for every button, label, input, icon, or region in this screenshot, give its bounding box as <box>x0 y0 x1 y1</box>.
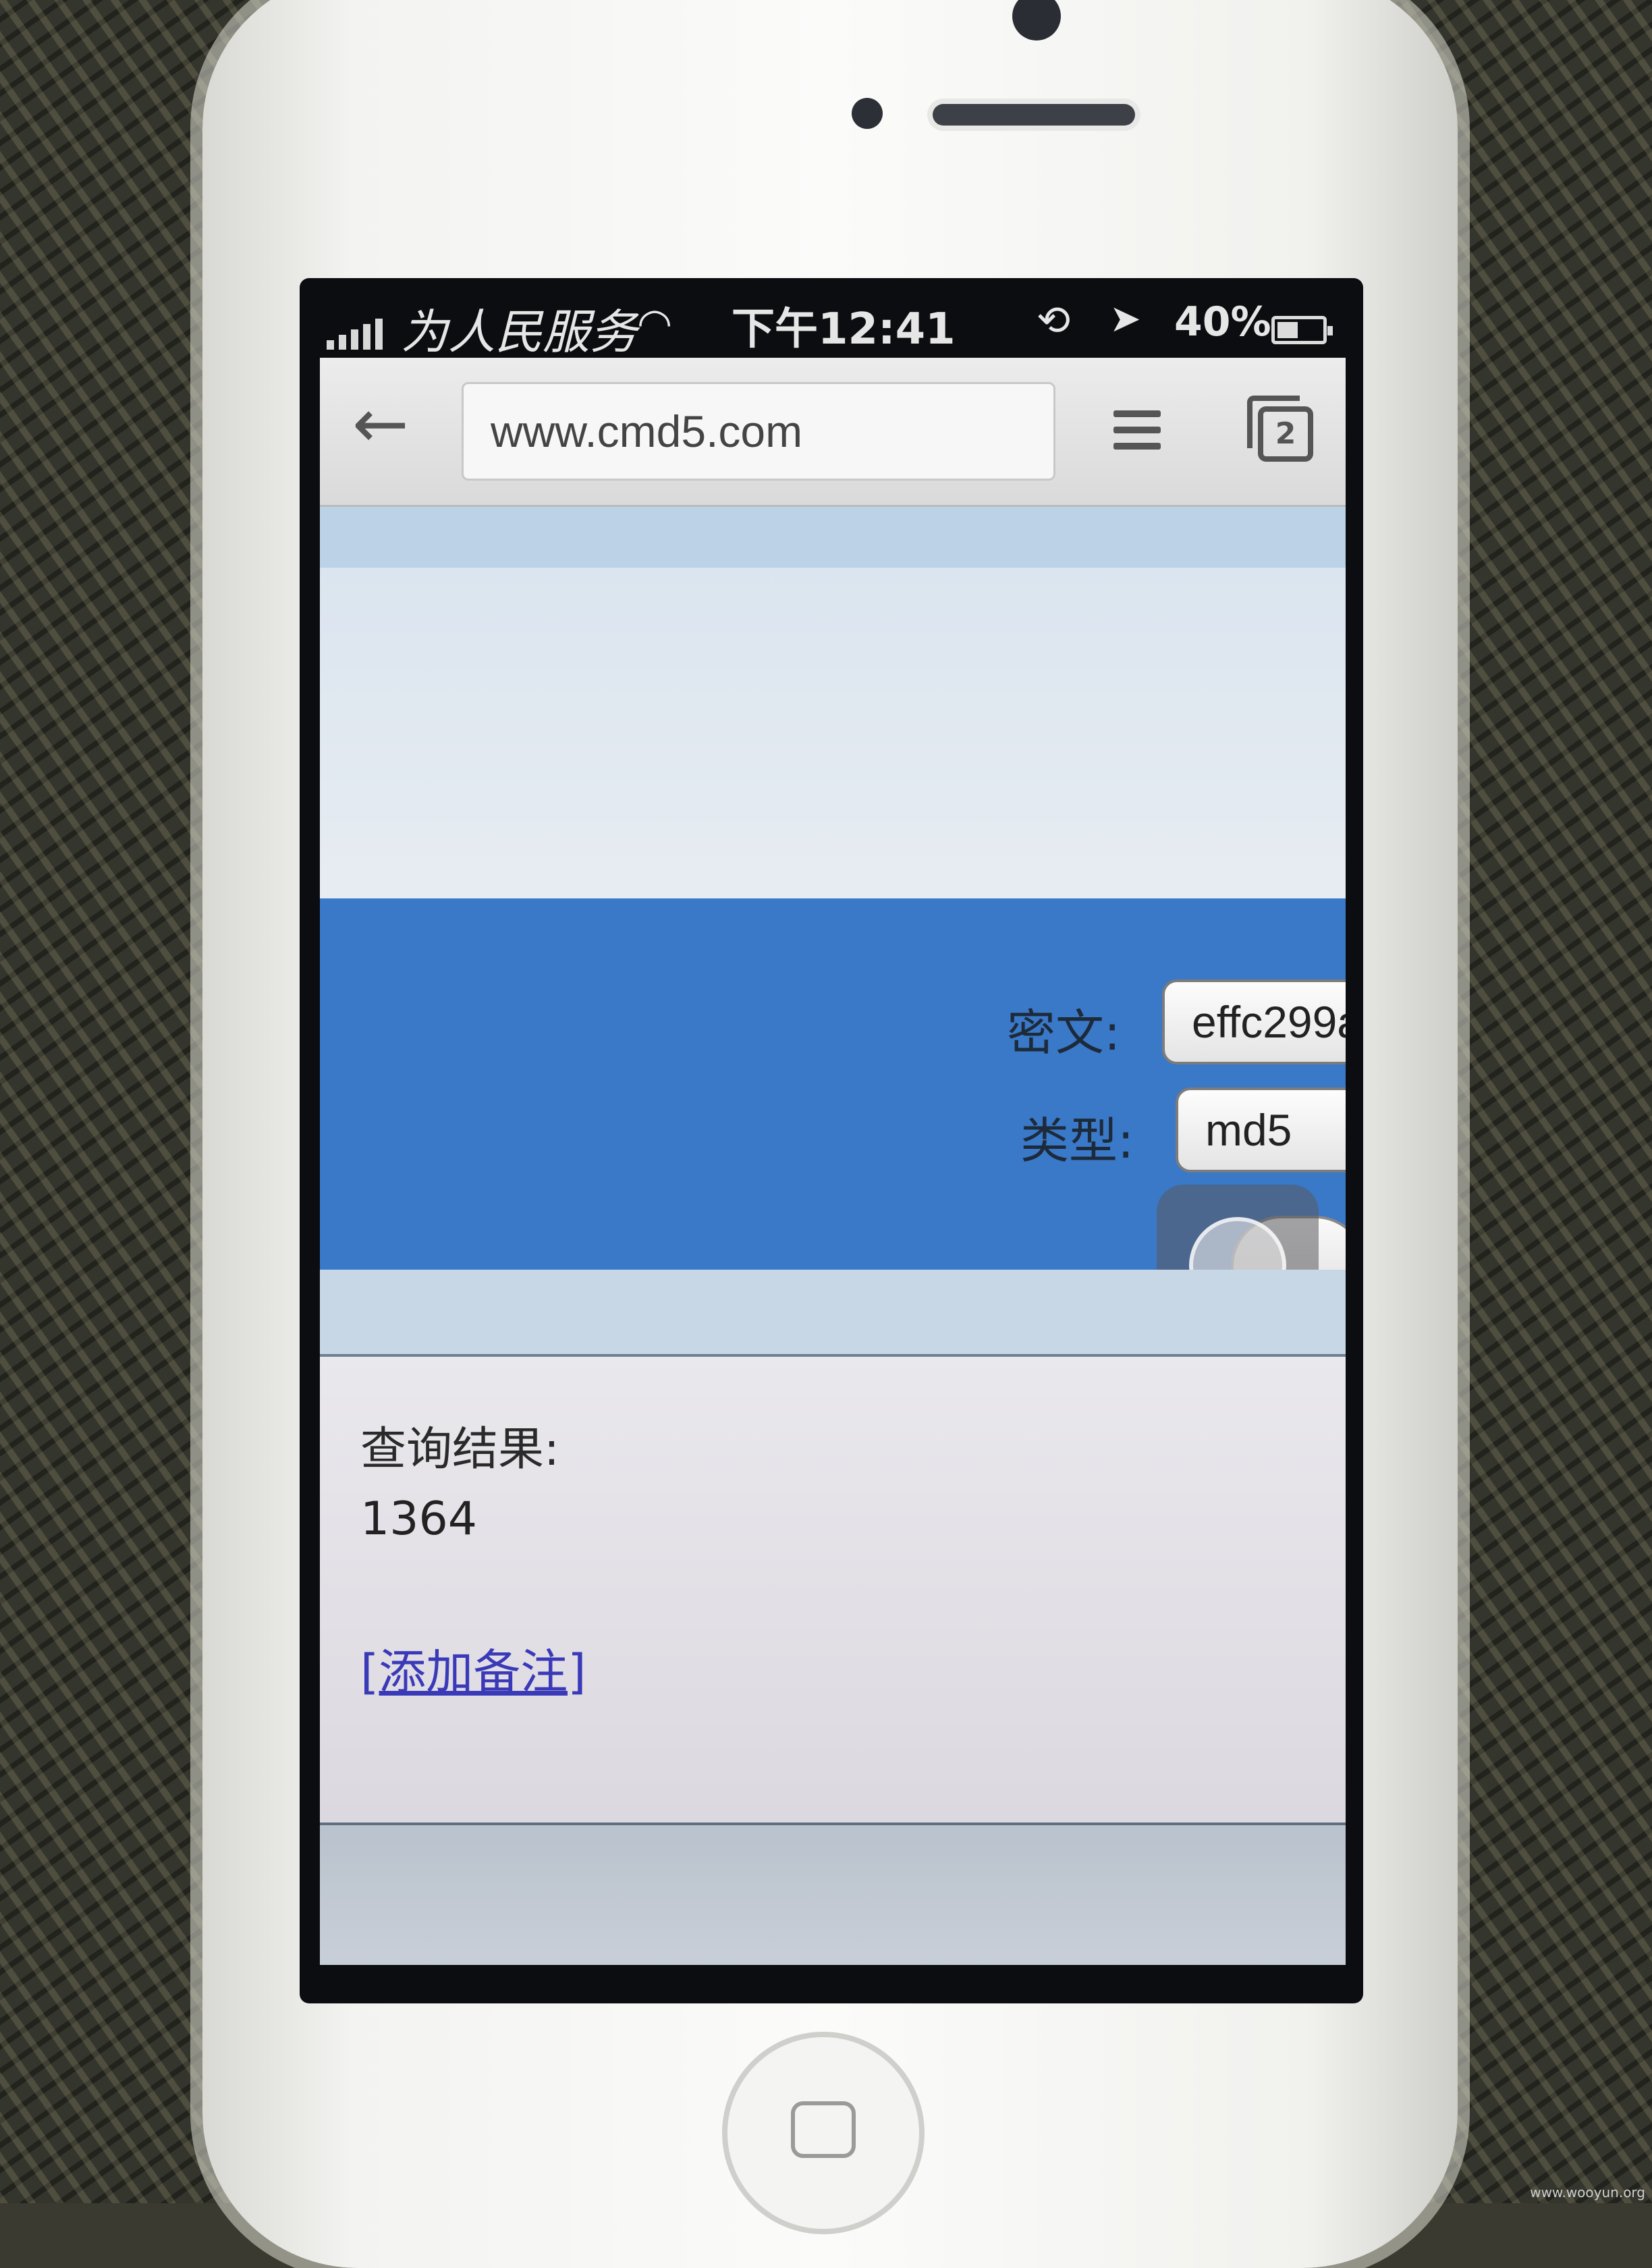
wifi-icon: ◠ <box>637 300 673 347</box>
add-note-link[interactable]: [添加备注] <box>360 1634 586 1702</box>
signal-icon <box>327 319 383 350</box>
location-icon: ➤ <box>1109 297 1141 341</box>
front-camera <box>1012 0 1061 40</box>
phone-screen: 为人民服务 ◠ 下午12:41 ⟲ ➤ 40% ← www.cmd5.com 2… <box>300 278 1363 2003</box>
browser-toolbar: ← www.cmd5.com 2 <box>320 358 1346 507</box>
proximity-sensor <box>852 98 883 129</box>
battery-icon <box>1271 316 1333 344</box>
result-value: 1364 <box>360 1492 478 1546</box>
type-select[interactable]: md5 <box>1176 1087 1346 1172</box>
banner-area <box>320 568 1346 932</box>
status-time: 下午12:41 <box>732 304 956 354</box>
ciphertext-label: 密文: <box>1007 1004 1121 1061</box>
menu-icon[interactable] <box>1113 410 1161 459</box>
watermark: www.wooyun.org <box>1530 2184 1645 2200</box>
url-field[interactable]: www.cmd5.com <box>462 382 1055 481</box>
earpiece-speaker <box>933 104 1135 126</box>
back-arrow-icon[interactable]: ← <box>352 390 409 458</box>
carrier-name: 为人民服务 <box>401 304 637 360</box>
separator-strip <box>320 1270 1346 1357</box>
rotation-lock-icon: ⟲ <box>1037 297 1071 344</box>
home-square-glyph <box>791 2101 856 2158</box>
tabs-icon[interactable]: 2 <box>1247 396 1313 462</box>
type-label: 类型: <box>1020 1112 1134 1169</box>
status-bar: 为人民服务 ◠ 下午12:41 ⟲ ➤ 40% <box>300 278 1363 360</box>
battery-percent: 40% <box>1174 298 1271 346</box>
ciphertext-input[interactable]: effc299a1addb07e7 <box>1162 979 1346 1064</box>
web-page: 密文: effc299a1addb07e7 类型: md5 查询结果: 1364… <box>320 507 1346 1965</box>
header-strip <box>320 507 1346 568</box>
footer-strip <box>320 1823 1346 1965</box>
result-label: 查询结果: <box>360 1423 559 1476</box>
